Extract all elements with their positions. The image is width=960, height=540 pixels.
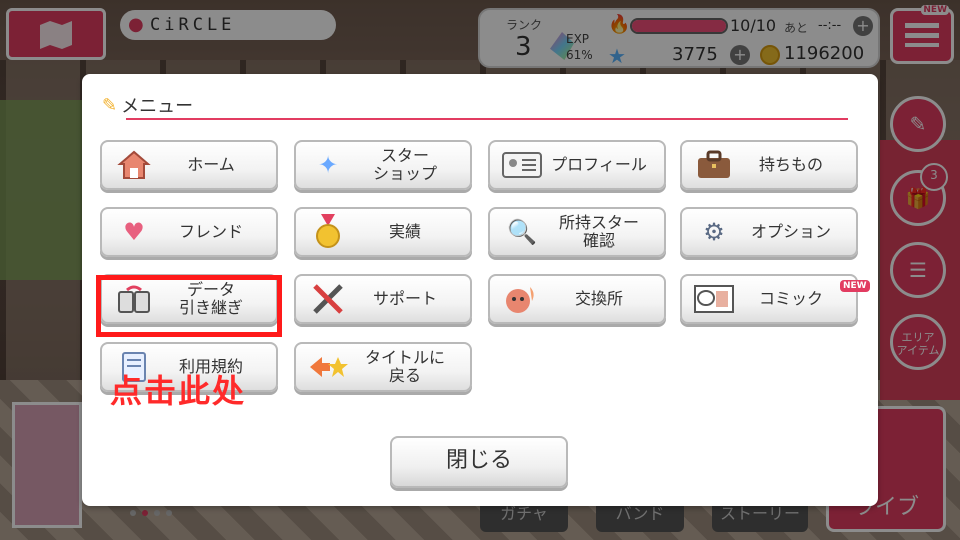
pen-icon: ✎ [102,94,118,116]
dialog-title-text: メニュー [121,96,194,117]
menu-button-friend[interactable]: ♥ フレンド [100,207,278,257]
comic-new-badge: NEW [840,280,870,292]
menu-label: スター ショップ [372,146,437,183]
menu-label: 実績 [388,222,421,241]
menu-label: プロフィール [551,155,647,174]
menu-button-options[interactable]: ⚙ オプション [680,207,858,257]
menu-button-owned-stars[interactable]: 🔍 所持スター 確認 [488,207,666,257]
menu-label: フレンド [178,222,243,241]
exchange-icon [500,279,544,319]
menu-label: 交換所 [574,289,623,308]
comic-icon [692,279,736,319]
menu-button-comic[interactable]: コミック [680,274,858,324]
menu-label: サポート [372,289,437,308]
menu-label: 所持スター 確認 [558,213,639,250]
menu-button-star-shop[interactable]: ✦ スター ショップ [294,140,472,190]
tools-icon [306,279,350,319]
menu-label: オプション [750,222,831,241]
highlight-box [96,275,282,337]
dialog-title: ✎ メニュー [102,92,193,118]
bag-icon [692,145,736,185]
menu-button-back-to-title[interactable]: タイトルに 戻る [294,342,472,392]
gear-icon: ⚙ [703,218,725,246]
annotation-text: 点击此处 [110,372,247,410]
menu-button-profile[interactable]: プロフィール [488,140,666,190]
profile-card-icon [500,145,544,185]
menu-button-exchange[interactable]: 交換所 [488,274,666,324]
menu-button-support[interactable]: サポート [294,274,472,324]
home-icon [112,145,156,185]
star-search-icon: 🔍 [507,218,537,246]
menu-button-home[interactable]: ホーム [100,140,278,190]
menu-label: コミック [758,289,823,308]
menu-button-achievements[interactable]: 実績 [294,207,472,257]
menu-label: 持ちもの [758,155,823,174]
friend-heart-icon: ♥ [123,218,145,246]
close-button[interactable]: 閉じる [390,436,568,488]
menu-label: ホーム [187,155,235,174]
back-to-title-icon [306,347,350,387]
medal-icon [306,212,350,252]
title-divider [126,118,848,120]
star-shop-icon: ✦ [317,151,339,179]
menu-label: タイトルに 戻る [364,348,445,385]
menu-button-items[interactable]: 持ちもの [680,140,858,190]
